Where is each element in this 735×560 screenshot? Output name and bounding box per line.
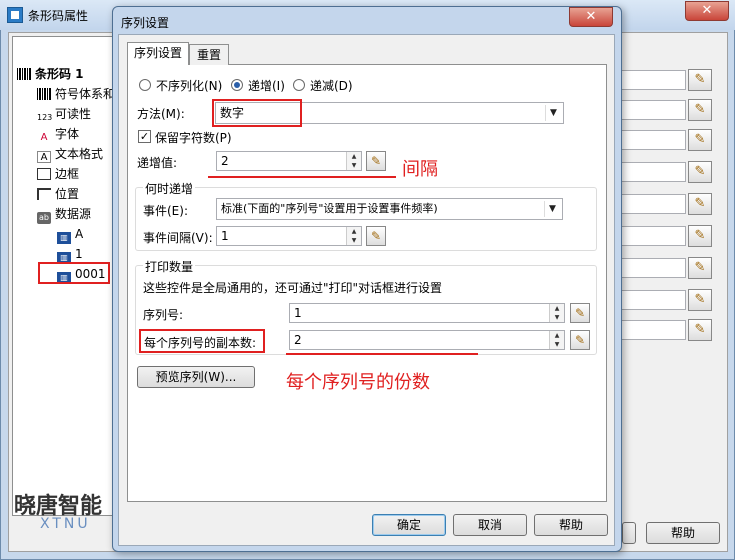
field-picker-icon[interactable]: ✎ — [570, 303, 590, 323]
background-title: 条形码属性 — [28, 9, 89, 23]
tree-item-datasource[interactable]: ab 数据源 — [37, 205, 91, 224]
datasource-icon: ab — [37, 212, 51, 224]
annotation-copies: 每个序列号的份数 — [286, 372, 430, 393]
print-group-note: 这些控件是全局通用的，还可通过"打印"对话框进行设置 — [143, 281, 443, 295]
chevron-down-icon: ▼ — [545, 105, 561, 121]
readable-icon: 123 — [37, 113, 53, 122]
font-icon: A — [40, 132, 48, 143]
radio-no-serialize[interactable] — [139, 79, 151, 91]
help-button[interactable]: 帮助 — [534, 514, 608, 536]
spinner-icon[interactable]: ▲ ▼ — [549, 304, 564, 322]
interval-input[interactable]: 1 ▲ ▼ — [216, 226, 362, 246]
underline-copies — [286, 353, 478, 355]
field-picker-icon[interactable]: ✎ — [366, 226, 386, 246]
background-close-button[interactable]: ✕ — [685, 1, 729, 21]
radio-decrement[interactable] — [293, 79, 305, 91]
highlight-copies-label — [139, 329, 265, 353]
dialog-close-button[interactable]: ✕ — [569, 7, 613, 27]
watermark-logo: XTNU — [40, 516, 91, 532]
text-format-icon: A — [37, 151, 51, 163]
radio-increment[interactable] — [231, 79, 243, 91]
tab-reset[interactable]: 重置 — [189, 44, 229, 65]
preview-sequence-button[interactable]: 预览序列(W)... — [137, 366, 255, 388]
field-picker-icon[interactable]: ✎ — [366, 151, 386, 171]
annotation-interval: 间隔 — [402, 159, 438, 180]
field-picker-icon[interactable]: ✎ — [688, 289, 712, 311]
radio-no-serialize-label: 不序列化(N) — [156, 79, 223, 93]
when-group-title: 何时递增 — [143, 180, 196, 197]
increment-label: 递增值: — [137, 156, 178, 170]
highlight-method — [212, 99, 302, 127]
event-label: 事件(E): — [143, 204, 188, 218]
app-icon — [7, 7, 23, 23]
tree-source-a[interactable]: ▥ A — [57, 225, 83, 244]
event-value: 标准(下面的"序列号"设置用于设置事件频率) — [221, 202, 438, 215]
serial-input[interactable]: 1 ▲ ▼ — [289, 303, 565, 323]
field-picker-icon[interactable]: ✎ — [688, 193, 712, 215]
tree-source-1[interactable]: ▥ 1 — [57, 245, 83, 264]
tree-item-symbology[interactable]: 符号体系和 — [37, 85, 115, 103]
source-icon: ▥ — [57, 232, 71, 244]
field-picker-icon[interactable]: ✎ — [688, 257, 712, 279]
field-picker-icon[interactable]: ✎ — [688, 129, 712, 151]
interval-value: 1 — [221, 229, 229, 243]
tab-sequence-settings[interactable]: 序列设置 — [127, 42, 189, 65]
barcode-icon — [37, 88, 51, 100]
cancel-button[interactable]: 取消 — [453, 514, 527, 536]
keep-chars-checkbox[interactable]: ✓ — [138, 130, 151, 143]
field-picker-icon[interactable]: ✎ — [688, 69, 712, 91]
field-picker-icon[interactable]: ✎ — [570, 330, 590, 350]
underline-increment — [208, 176, 396, 178]
serial-value: 1 — [294, 306, 302, 320]
print-group-title: 打印数量 — [143, 258, 196, 275]
radio-increment-label: 递增(I) — [248, 79, 285, 93]
background-button-edge[interactable] — [622, 522, 636, 544]
serial-label: 序列号: — [143, 308, 184, 322]
method-label: 方法(M): — [137, 107, 185, 121]
spinner-icon[interactable]: ▲ ▼ — [346, 152, 361, 170]
background-help-button[interactable]: 帮助 — [646, 522, 720, 544]
tree-item-readability[interactable]: 123 可读性 — [37, 105, 91, 123]
copies-value: 2 — [294, 333, 302, 347]
chevron-down-icon: ▼ — [544, 201, 560, 217]
interval-label: 事件间隔(V): — [143, 231, 213, 245]
radio-decrement-label: 递减(D) — [310, 79, 353, 93]
tree-item-border[interactable]: 边框 — [37, 165, 79, 183]
tree-item-position[interactable]: 位置 — [37, 185, 79, 203]
field-picker-icon[interactable]: ✎ — [688, 225, 712, 247]
field-picker-icon[interactable]: ✎ — [688, 319, 712, 341]
barcode-icon — [17, 68, 31, 80]
field-picker-icon[interactable]: ✎ — [688, 99, 712, 121]
dialog-title: 序列设置 — [121, 16, 170, 30]
field-picker-icon[interactable]: ✎ — [688, 161, 712, 183]
border-icon — [37, 168, 51, 180]
increment-value: 2 — [221, 154, 229, 168]
highlight-source-0001 — [38, 262, 110, 284]
tree-item-font[interactable]: A 字体 — [37, 125, 79, 143]
event-select[interactable]: 标准(下面的"序列号"设置用于设置事件频率) ▼ — [216, 198, 563, 220]
copies-input[interactable]: 2 ▲ ▼ — [289, 330, 565, 350]
increment-input[interactable]: 2 ▲ ▼ — [216, 151, 362, 171]
tree-root[interactable]: 条形码 1 — [17, 65, 84, 83]
spinner-icon[interactable]: ▲ ▼ — [549, 331, 564, 349]
ok-button[interactable]: 确定 — [372, 514, 446, 536]
position-icon — [37, 188, 51, 200]
keep-chars-label: 保留字符数(P) — [155, 131, 232, 145]
spinner-icon[interactable]: ▲ ▼ — [346, 227, 361, 245]
tree-item-text-format[interactable]: A 文本格式 — [37, 145, 103, 163]
